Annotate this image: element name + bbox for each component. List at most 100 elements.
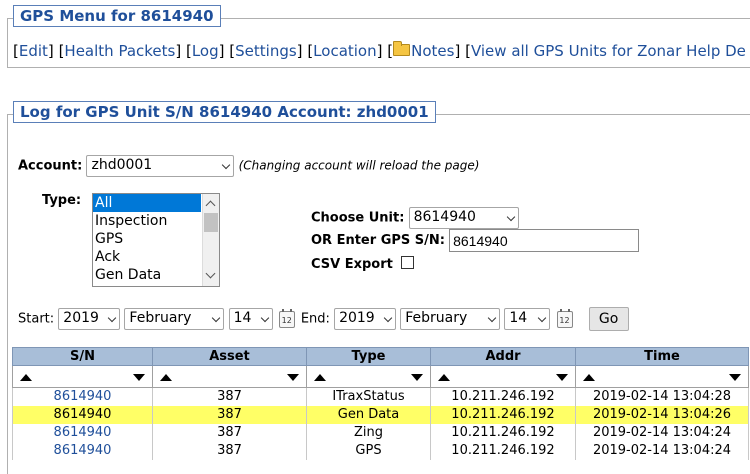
enter-sn-label: OR Enter GPS S/N: xyxy=(311,233,445,248)
cell-time: 2019-02-14 13:04:24 xyxy=(575,441,749,460)
cell-addr: 10.211.246.192 xyxy=(430,387,576,406)
sort-up-icon[interactable] xyxy=(160,374,172,381)
end-month-select[interactable]: February xyxy=(400,308,501,330)
cell-sn[interactable]: 8614940 xyxy=(12,387,153,406)
edit-link[interactable]: Edit xyxy=(19,42,48,60)
sort-down-icon[interactable] xyxy=(556,374,568,381)
account-label: Account: xyxy=(18,158,83,174)
health-packets-link[interactable]: Health Packets xyxy=(64,42,175,60)
sort-up-icon[interactable] xyxy=(438,374,450,381)
folder-icon xyxy=(393,41,411,56)
chevron-down-icon xyxy=(506,212,515,222)
choose-unit-select[interactable]: 8614940 xyxy=(408,207,519,229)
gps-menu-links: [Edit] [Health Packets] [Log] [Settings]… xyxy=(13,41,746,60)
chevron-down-icon xyxy=(260,313,269,323)
account-select-value: zhd0001 xyxy=(91,157,153,173)
sort-cell-time xyxy=(575,365,749,388)
notes-link[interactable]: Notes xyxy=(393,41,455,60)
start-day-value: 14 xyxy=(233,310,252,326)
column-header-asset[interactable]: Asset xyxy=(152,347,307,366)
account-select[interactable]: zhd0001 xyxy=(86,155,235,177)
type-option-gps[interactable]: GPS xyxy=(93,230,201,248)
location-link[interactable]: Location xyxy=(313,42,376,60)
log-table: S/N Asset Type Addr Time 8614940 387 ITr… xyxy=(12,347,749,460)
cell-sn[interactable]: 8614940 xyxy=(12,423,153,442)
table-row-highlighted[interactable]: 8614940 387 Gen Data 10.211.246.192 2019… xyxy=(12,405,749,424)
type-option-gen-data[interactable]: Gen Data xyxy=(93,266,201,284)
enter-sn-row: OR Enter GPS S/N: xyxy=(311,229,640,252)
end-day-select[interactable]: 14 xyxy=(504,308,551,330)
end-label: End: xyxy=(300,311,330,327)
sort-up-icon[interactable] xyxy=(20,374,32,381)
cell-type: Gen Data xyxy=(306,405,431,424)
scroll-up-icon[interactable] xyxy=(205,200,216,211)
sort-down-icon[interactable] xyxy=(133,374,145,381)
csv-export-row: CSV Export xyxy=(311,256,414,272)
type-label: Type: xyxy=(42,193,82,208)
end-calendar-icon[interactable]: 12 xyxy=(556,308,573,328)
cell-addr: 10.211.246.192 xyxy=(430,423,576,442)
sort-down-icon[interactable] xyxy=(287,374,299,381)
table-row[interactable]: 8614940 387 Zing 10.211.246.192 2019-02-… xyxy=(12,423,749,442)
start-month-value: February xyxy=(129,310,192,326)
chevron-down-icon xyxy=(222,160,231,170)
choose-unit-row: Choose Unit: 8614940 xyxy=(311,207,519,229)
chevron-down-icon xyxy=(383,313,393,323)
chevron-down-icon xyxy=(108,313,117,323)
view-all-gps-units-link[interactable]: View all GPS Units for Zonar Help De xyxy=(471,42,746,60)
scroll-down-icon[interactable] xyxy=(205,268,216,279)
column-header-time[interactable]: Time xyxy=(575,347,749,366)
type-option-ack[interactable]: Ack xyxy=(93,248,201,266)
cell-time: 2019-02-14 13:04:24 xyxy=(575,423,749,442)
sort-cell-sn xyxy=(12,365,153,388)
cell-type: ITraxStatus xyxy=(306,387,431,406)
sort-down-icon[interactable] xyxy=(729,374,741,381)
type-option-inspection[interactable]: Inspection xyxy=(93,212,201,230)
end-year-select[interactable]: 2019 xyxy=(334,308,397,330)
cell-type: Zing xyxy=(306,423,431,442)
sort-cell-type xyxy=(306,365,431,388)
cell-asset: 387 xyxy=(152,405,307,424)
sort-up-icon[interactable] xyxy=(583,374,595,381)
notes-link-label: Notes xyxy=(411,42,455,60)
end-year-value: 2019 xyxy=(339,310,375,326)
column-header-addr[interactable]: Addr xyxy=(430,347,576,366)
end-month-value: February xyxy=(405,310,468,326)
type-listbox[interactable]: All Inspection GPS Ack Gen Data xyxy=(92,193,220,287)
csv-export-checkbox[interactable] xyxy=(401,256,414,269)
date-range-row: Start: 2019 February 14 12 End: 2019 Feb… xyxy=(18,307,629,331)
sort-up-icon[interactable] xyxy=(314,374,326,381)
gps-sn-input[interactable] xyxy=(449,229,640,252)
column-header-sn[interactable]: S/N xyxy=(12,347,153,366)
settings-link[interactable]: Settings xyxy=(235,42,297,60)
cell-sn[interactable]: 8614940 xyxy=(12,405,153,424)
table-row[interactable]: 8614940 387 GPS 10.211.246.192 2019-02-1… xyxy=(12,441,749,460)
cell-type: GPS xyxy=(306,441,431,460)
choose-unit-value: 8614940 xyxy=(413,209,476,225)
start-day-select[interactable]: 14 xyxy=(228,308,273,330)
chevron-down-icon xyxy=(212,313,221,323)
cell-asset: 387 xyxy=(152,387,307,406)
table-row[interactable]: 8614940 387 ITraxStatus 10.211.246.192 2… xyxy=(12,387,749,406)
end-day-value: 14 xyxy=(509,310,528,326)
cell-addr: 10.211.246.192 xyxy=(430,405,576,424)
cell-sn[interactable]: 8614940 xyxy=(12,441,153,460)
sort-down-icon[interactable] xyxy=(411,374,423,381)
start-label: Start: xyxy=(18,311,55,327)
cell-asset: 387 xyxy=(152,441,307,460)
csv-export-label: CSV Export xyxy=(311,257,393,272)
log-title: Log for GPS Unit S/N 8614940 Account: zh… xyxy=(13,101,436,123)
type-option-all[interactable]: All xyxy=(93,194,201,212)
cell-time: 2019-02-14 13:04:28 xyxy=(575,387,749,406)
start-year-value: 2019 xyxy=(63,310,99,326)
go-button[interactable]: Go xyxy=(588,307,629,331)
account-note: (Changing account will reload the page) xyxy=(238,158,480,173)
column-header-type[interactable]: Type xyxy=(306,347,431,366)
table-header-row: S/N Asset Type Addr Time xyxy=(12,347,749,366)
start-year-select[interactable]: 2019 xyxy=(58,308,121,330)
type-listbox-scrollbar[interactable] xyxy=(202,194,219,286)
start-calendar-icon[interactable]: 12 xyxy=(278,308,295,328)
start-month-select[interactable]: February xyxy=(124,308,225,330)
log-link[interactable]: Log xyxy=(192,42,219,60)
scrollbar-thumb[interactable] xyxy=(204,213,218,232)
